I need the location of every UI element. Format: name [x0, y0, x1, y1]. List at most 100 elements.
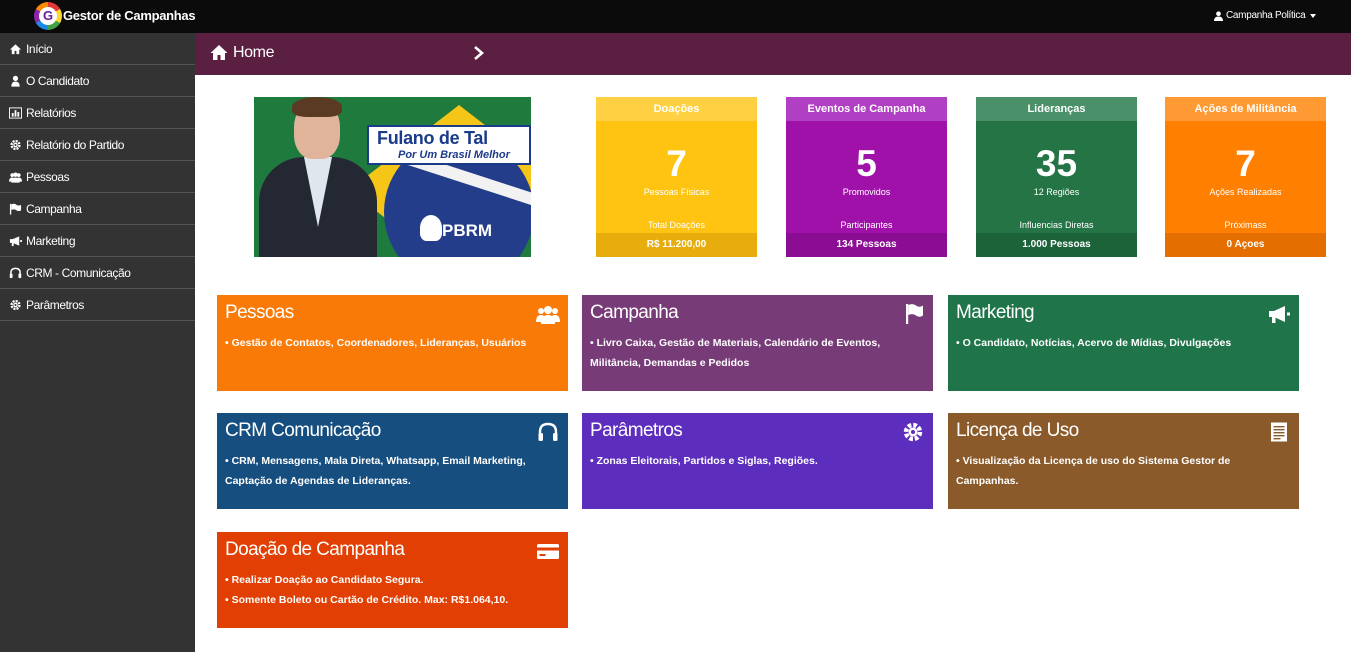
tile-title: CRM Comunicação	[225, 420, 381, 441]
stat-card-value: 35	[1035, 143, 1078, 184]
tile-line: • O Candidato, Notícias, Acervo de Mídia…	[956, 337, 1232, 349]
tile-line: Campanhas.	[956, 475, 1019, 487]
sidebar-item-parametros[interactable]: Parâmetros	[0, 289, 195, 321]
stat-card-footer-label: Total Doações	[647, 220, 706, 230]
caret-down-icon	[1310, 13, 1317, 18]
gear-icon	[903, 422, 923, 442]
tile-line: • Realizar Doação ao Candidato Segura.	[225, 574, 424, 586]
sidebar-item-label: Início	[26, 41, 53, 56]
tile-parametros[interactable]: Parâmetros • Zonas Eleitorais, Partidos …	[582, 413, 933, 509]
stat-card-subtitle: 12 Regiões	[1033, 187, 1080, 197]
user-menu-dropdown[interactable]: Campanha Política	[1214, 10, 1317, 21]
document-icon	[1271, 422, 1287, 442]
tile-marketing[interactable]: Marketing • O Candidato, Notícias, Acerv…	[948, 295, 1299, 391]
app-logo[interactable]: G	[34, 2, 62, 30]
tile-line: Captação de Agendas de Lideranças.	[225, 475, 411, 487]
stat-card-value: 7	[1235, 143, 1256, 184]
party-logo-icon	[420, 215, 442, 241]
tile-line: • Visualização da Licença de uso do Sist…	[956, 455, 1231, 467]
stat-card-liderancas[interactable]: Lideranças 35 12 Regiões Influencias Dir…	[976, 97, 1137, 257]
gear-icon	[10, 139, 21, 150]
flag-icon	[906, 304, 923, 324]
stat-card-footer-value: R$ 11.200,00	[596, 233, 757, 257]
stat-card-title: Ações de Militância	[1165, 97, 1326, 121]
tile-line: • Zonas Eleitorais, Partidos e Siglas, R…	[590, 455, 818, 467]
users-icon	[536, 306, 560, 324]
tile-line: • Livro Caixa, Gestão de Materiais, Cale…	[590, 337, 881, 349]
stat-card-footer-label: Participantes	[840, 220, 893, 230]
sidebar: Início O Candidato Relatórios Relatório …	[0, 33, 195, 652]
app-title[interactable]: Gestor de Campanhas	[63, 8, 196, 23]
sidebar-item-relatorio-do-partido[interactable]: Relatório do Partido	[0, 129, 195, 161]
megaphone-icon	[1269, 306, 1290, 323]
chevron-right-icon	[474, 46, 484, 60]
candidate-hair	[292, 97, 342, 117]
sidebar-item-label: Relatório do Partido	[26, 137, 125, 152]
home-icon[interactable]	[210, 44, 228, 61]
sidebar-item-label: CRM - Comunicação	[26, 265, 131, 280]
breadcrumb: Home	[195, 33, 1351, 75]
stat-card-value: 7	[666, 143, 687, 184]
stat-card-footer-label: Influencias Diretas	[1019, 220, 1094, 230]
flag-icon	[9, 203, 22, 215]
stat-card-footer-value: 1.000 Pessoas	[976, 233, 1137, 257]
tile-title: Campanha	[590, 302, 679, 323]
candidate-name: Fulano de Tal	[377, 128, 488, 148]
stat-card-acoes-militancia[interactable]: Ações de Militância 7 Ações Realizadas P…	[1165, 97, 1326, 257]
tile-description: • Visualização da Licença de uso do Sist…	[956, 451, 1276, 491]
tile-description: • Gestão de Contatos, Coordenadores, Lid…	[225, 333, 545, 353]
user-icon	[1214, 10, 1223, 21]
stat-card-eventos[interactable]: Eventos de Campanha 5 Promovidos Partici…	[786, 97, 947, 257]
sidebar-item-label: Marketing	[26, 233, 76, 248]
tile-description: • CRM, Mensagens, Mala Direta, Whatsapp,…	[225, 451, 545, 491]
tile-campanha[interactable]: Campanha • Livro Caixa, Gestão de Materi…	[582, 295, 933, 391]
sidebar-item-label: O Candidato	[26, 73, 89, 88]
sidebar-item-inicio[interactable]: Início	[0, 33, 195, 65]
headphones-icon	[9, 267, 22, 278]
breadcrumb-home-link[interactable]: Home	[233, 44, 274, 62]
stat-card-title: Lideranças	[976, 97, 1137, 121]
tile-title: Licença de Uso	[956, 420, 1079, 441]
stat-card-value: 5	[856, 143, 877, 184]
sidebar-item-relatorios[interactable]: Relatórios	[0, 97, 195, 129]
tile-doacao-de-campanha[interactable]: Doação de Campanha • Realizar Doação ao …	[217, 532, 568, 628]
sidebar-item-marketing[interactable]: Marketing	[0, 225, 195, 257]
stat-card-subtitle: Ações Realizadas	[1209, 187, 1282, 197]
tile-line: • Somente Boleto ou Cartão de Crédito. M…	[225, 594, 509, 606]
user-icon	[11, 75, 20, 87]
candidate-banner: Fulano de Tal Por Um Brasil Melhor PBRM	[254, 97, 531, 257]
home-icon	[9, 43, 22, 54]
candidate-slogan: Por Um Brasil Melhor	[398, 149, 510, 161]
stat-card-footer-value: 0 Açoes	[1165, 233, 1326, 257]
sidebar-item-crm-comunicacao[interactable]: CRM - Comunicação	[0, 257, 195, 289]
party-acronym: PBRM	[442, 221, 493, 240]
tile-title: Parâmetros	[590, 420, 683, 441]
user-menu-label: Campanha Política	[1226, 10, 1306, 21]
tile-title: Pessoas	[225, 302, 294, 323]
tile-description: • Zonas Eleitorais, Partidos e Siglas, R…	[590, 451, 910, 471]
gear-icon	[10, 299, 21, 310]
sidebar-item-o-candidato[interactable]: O Candidato	[0, 65, 195, 97]
tile-licenca-de-uso[interactable]: Licença de Uso • Visualização da Licença…	[948, 413, 1299, 509]
sidebar-item-label: Relatórios	[26, 105, 77, 120]
tile-description: • Realizar Doação ao Candidato Segura. •…	[225, 570, 545, 610]
sidebar-item-label: Campanha	[26, 201, 82, 216]
logo-letter: G	[39, 7, 57, 25]
stat-card-footer-value: 134 Pessoas	[786, 233, 947, 257]
sidebar-item-campanha[interactable]: Campanha	[0, 193, 195, 225]
tile-line: Militância, Demandas e Pedidos	[590, 357, 750, 369]
stat-card-subtitle: Promovidos	[842, 187, 891, 197]
tile-description: • Livro Caixa, Gestão de Materiais, Cale…	[590, 333, 910, 373]
sidebar-item-pessoas[interactable]: Pessoas	[0, 161, 195, 193]
tile-pessoas[interactable]: Pessoas • Gestão de Contatos, Coordenado…	[217, 295, 568, 391]
sidebar-item-label: Pessoas	[26, 169, 70, 184]
stat-card-doacoes[interactable]: Doações 7 Pessoas Físicas Total Doações …	[596, 97, 757, 257]
tile-crm-comunicacao[interactable]: CRM Comunicação • CRM, Mensagens, Mala D…	[217, 413, 568, 509]
users-icon	[9, 171, 22, 183]
banner-name-box: Fulano de Tal Por Um Brasil Melhor	[367, 125, 531, 165]
tile-line: • CRM, Mensagens, Mala Direta, Whatsapp,…	[225, 455, 526, 467]
tile-line: • Gestão de Contatos, Coordenadores, Lid…	[225, 337, 527, 349]
sidebar-item-label: Parâmetros	[26, 297, 85, 312]
credit-card-icon	[537, 544, 559, 559]
tile-description: • O Candidato, Notícias, Acervo de Mídia…	[956, 333, 1276, 353]
